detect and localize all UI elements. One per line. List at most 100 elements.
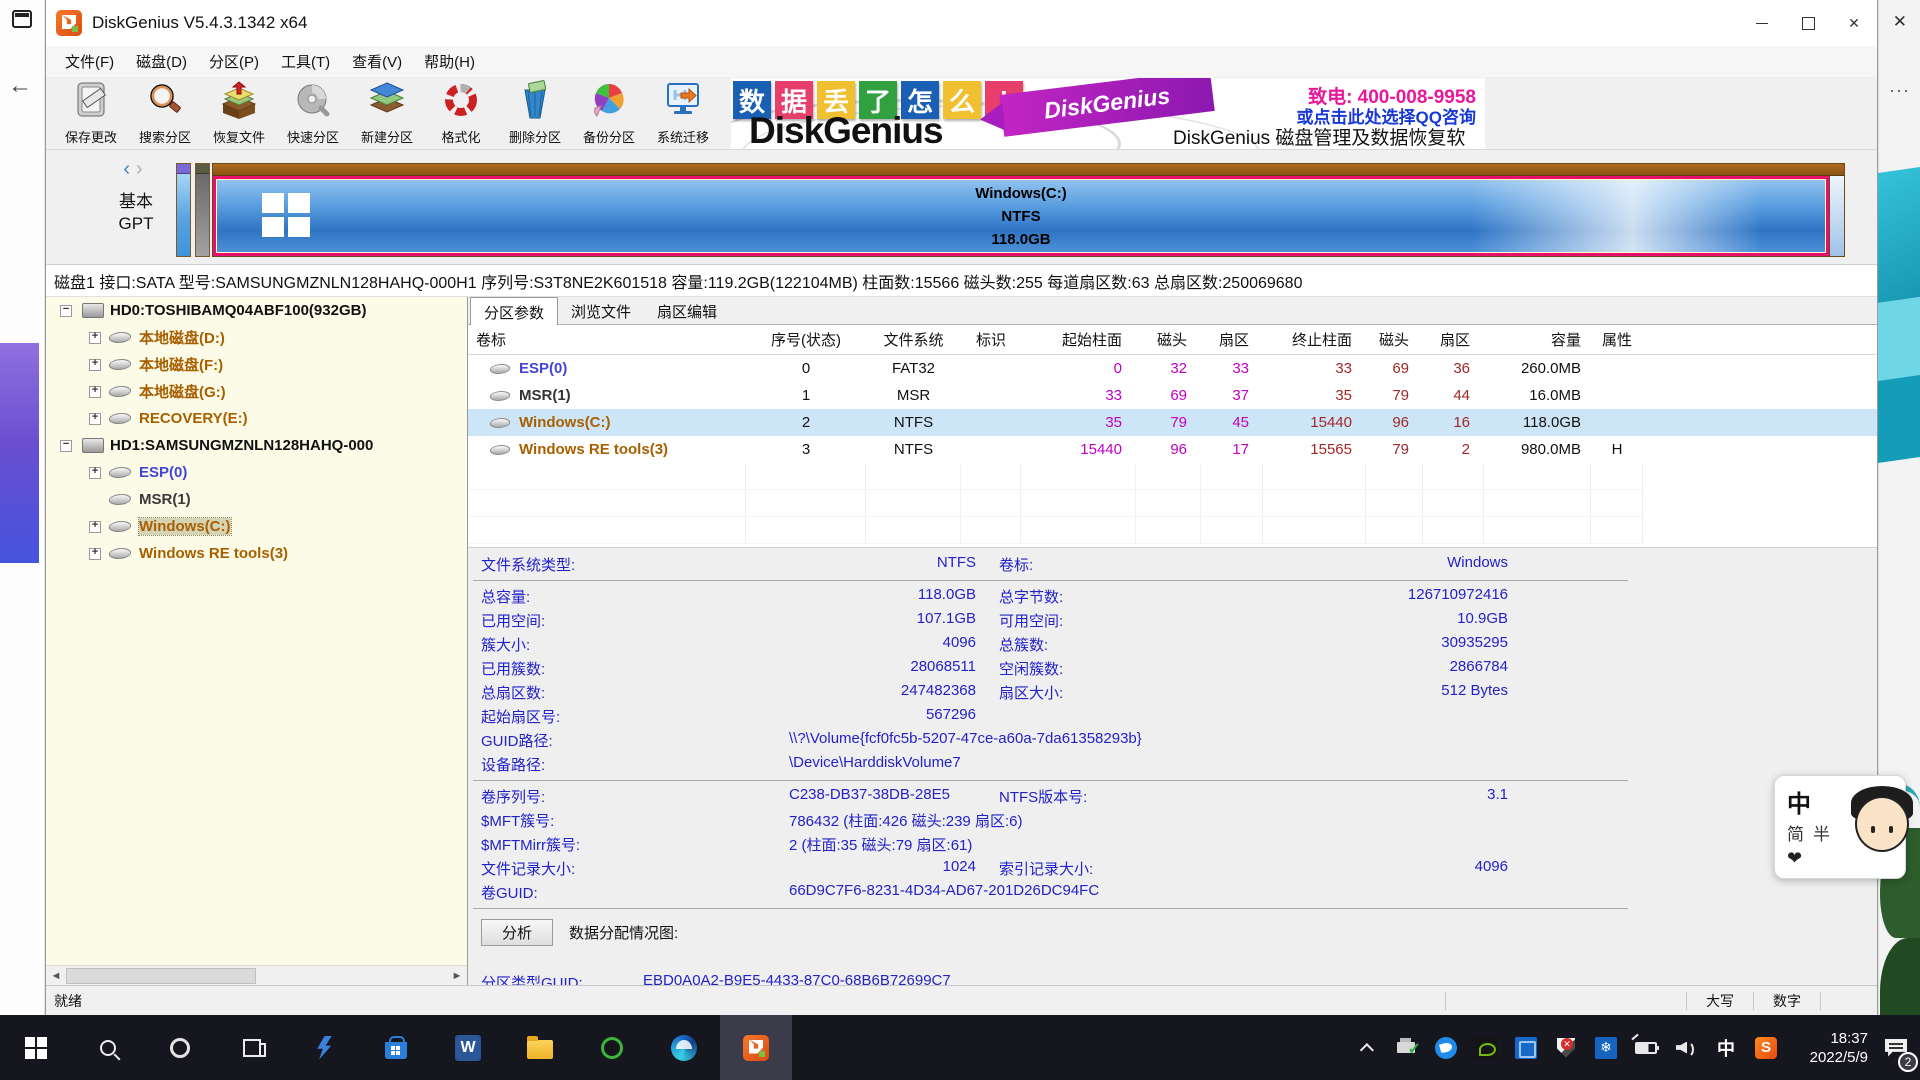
menu-item-3[interactable]: 工具(T) — [270, 47, 341, 76]
prev-disk-icon[interactable]: ‹ — [123, 158, 136, 180]
store-icon[interactable] — [360, 1015, 432, 1080]
expand-icon[interactable]: + — [89, 332, 101, 344]
scroll-left-icon[interactable]: ◄ — [46, 966, 66, 986]
column-header-5[interactable]: 磁头 — [1136, 325, 1201, 354]
expand-icon[interactable]: + — [89, 413, 101, 425]
tree-item-0[interactable]: −HD0:TOSHIBAMQ04ABF100(932GB) — [46, 297, 467, 324]
column-header-8[interactable]: 磁头 — [1366, 325, 1423, 354]
expand-icon[interactable]: + — [89, 548, 101, 560]
analyze-button[interactable]: 分析 — [481, 919, 553, 946]
green-browser-icon[interactable] — [576, 1015, 648, 1080]
partition-bar-windows-c[interactable]: Windows(C:) NTFS 118.0GB — [213, 176, 1829, 256]
menu-item-1[interactable]: 磁盘(D) — [125, 47, 198, 76]
task-view-icon[interactable] — [216, 1015, 288, 1080]
speaker-icon[interactable] — [1666, 1015, 1706, 1080]
collapse-icon[interactable]: − — [60, 440, 72, 452]
next-disk-icon[interactable]: › — [136, 158, 149, 180]
scroll-right-icon[interactable]: ► — [447, 966, 467, 986]
cortana-icon[interactable] — [144, 1015, 216, 1080]
partition-bar-esp[interactable] — [176, 163, 191, 257]
ime-zh-icon[interactable]: 中 — [1706, 1015, 1746, 1080]
banner-qq-link[interactable]: 或点击此处选择QQ咨询 — [1297, 103, 1476, 128]
expand-icon[interactable]: + — [89, 467, 101, 479]
ime-mode-chinese[interactable]: 中 — [1787, 784, 1811, 819]
column-header-9[interactable]: 扇区 — [1423, 325, 1484, 354]
tree-item-8[interactable]: +Windows(C:) — [46, 513, 467, 540]
tree-item-4[interactable]: +RECOVERY(E:) — [46, 405, 467, 432]
toolbar-button-6[interactable]: 删除分区 — [498, 80, 572, 148]
column-header-10[interactable]: 容量 — [1484, 325, 1591, 354]
expand-icon[interactable]: + — [89, 521, 101, 533]
toolbar-button-1[interactable]: 搜索分区 — [128, 80, 202, 148]
search-icon[interactable] — [72, 1015, 144, 1080]
partition-bar-msr[interactable] — [195, 163, 210, 257]
ime-mode-simplified[interactable]: 简 — [1787, 820, 1804, 845]
toolbar-button-7[interactable]: 备份分区 — [572, 80, 646, 148]
lightning-icon[interactable] — [288, 1015, 360, 1080]
ime-floating-widget[interactable]: 中 简 半 ❤ — [1774, 775, 1906, 879]
tab-1[interactable]: 浏览文件 — [558, 297, 644, 324]
tab-0[interactable]: 分区参数 — [470, 297, 558, 325]
explorer-icon[interactable] — [504, 1015, 576, 1080]
column-header-0[interactable]: 卷标 — [468, 325, 746, 354]
battery-icon[interactable] — [1626, 1015, 1666, 1080]
column-header-11[interactable]: 属性 — [1591, 325, 1643, 354]
taskbar-clock[interactable]: 18:37 2022/5/9 — [1786, 1015, 1872, 1080]
menu-item-5[interactable]: 帮助(H) — [413, 47, 486, 76]
tree-item-1[interactable]: +本地磁盘(D:) — [46, 324, 467, 351]
scrollbar-thumb[interactable] — [66, 968, 256, 984]
column-header-6[interactable]: 扇区 — [1201, 325, 1263, 354]
toolbar-button-5[interactable]: 格式化 — [424, 80, 498, 148]
diskgenius-icon[interactable] — [720, 1015, 792, 1080]
close-icon[interactable]: ✕ — [1893, 12, 1907, 32]
printer-check-icon[interactable] — [1386, 1015, 1426, 1080]
word-icon[interactable]: W — [432, 1015, 504, 1080]
menu-item-4[interactable]: 查看(V) — [341, 47, 413, 76]
tab-2[interactable]: 扇区编辑 — [644, 297, 730, 324]
table-row-3[interactable]: Windows RE tools(3)3NTFS1544096171556579… — [468, 436, 1877, 463]
tree-item-7[interactable]: +MSR(1) — [46, 486, 467, 513]
tray-chevron-icon[interactable] — [1352, 1015, 1386, 1080]
collapse-icon[interactable]: − — [60, 305, 72, 317]
toolbar-button-0[interactable]: 保存更改 — [54, 80, 128, 148]
column-header-2[interactable]: 文件系统 — [866, 325, 961, 354]
back-arrow-icon[interactable]: ← — [8, 72, 32, 100]
heart-icon[interactable]: ❤ — [1787, 848, 1802, 869]
minimize-icon[interactable] — [1739, 0, 1785, 46]
table-row-1[interactable]: MSR(1)1MSR33693735794416.0MB — [468, 382, 1877, 409]
toolbar-button-4[interactable]: 新建分区 — [350, 80, 424, 148]
sogou-icon[interactable]: S — [1746, 1015, 1786, 1080]
close-icon[interactable] — [1831, 0, 1877, 46]
edge-icon[interactable] — [648, 1015, 720, 1080]
column-header-7[interactable]: 终止柱面 — [1263, 325, 1366, 354]
tree-item-9[interactable]: +Windows RE tools(3) — [46, 540, 467, 567]
action-center-icon[interactable]: 2 — [1872, 1015, 1920, 1080]
start-icon[interactable] — [0, 1015, 72, 1080]
tree-item-5[interactable]: −HD1:SAMSUNGMZNLN128HAHQ-000 — [46, 432, 467, 459]
dingtalk-icon[interactable] — [1426, 1015, 1466, 1080]
more-menu-icon[interactable]: ··· — [1889, 80, 1910, 101]
maximize-icon[interactable] — [1785, 0, 1831, 46]
tree-item-6[interactable]: +ESP(0) — [46, 459, 467, 486]
expand-icon[interactable]: + — [89, 386, 101, 398]
column-header-4[interactable]: 起始柱面 — [1021, 325, 1136, 354]
column-header-1[interactable]: 序号(状态) — [746, 325, 866, 354]
ad-banner[interactable]: 数据丢了怎么! DiskGenius DiskGenius DiskGenius… — [731, 78, 1485, 149]
tree-item-2[interactable]: +本地磁盘(F:) — [46, 351, 467, 378]
toolbar-button-2[interactable]: 恢复文件 — [202, 80, 276, 148]
snowflake-icon[interactable]: ❄ — [1586, 1015, 1626, 1080]
intel-gpu-icon[interactable] — [1506, 1015, 1546, 1080]
toolbar-button-8[interactable]: 系统迁移 — [646, 80, 720, 148]
table-row-2[interactable]: Windows(C:)2NTFS357945154409616118.0GB — [468, 409, 1877, 436]
security-shield-icon[interactable]: ✕ — [1546, 1015, 1586, 1080]
partition-bar-re-tools[interactable] — [1829, 176, 1844, 256]
expand-icon[interactable]: + — [89, 359, 101, 371]
column-header-3[interactable]: 标识 — [961, 325, 1021, 354]
toolbar-button-3[interactable]: 快速分区 — [276, 80, 350, 148]
table-row-0[interactable]: ESP(0)0FAT3203233336936260.0MB — [468, 355, 1877, 382]
menu-item-2[interactable]: 分区(P) — [198, 47, 270, 76]
tree-item-3[interactable]: +本地磁盘(G:) — [46, 378, 467, 405]
menu-item-0[interactable]: 文件(F) — [54, 47, 125, 76]
tree-horizontal-scrollbar[interactable]: ◄ ► — [46, 965, 467, 985]
ime-mode-halfwidth[interactable]: 半 — [1813, 820, 1830, 845]
